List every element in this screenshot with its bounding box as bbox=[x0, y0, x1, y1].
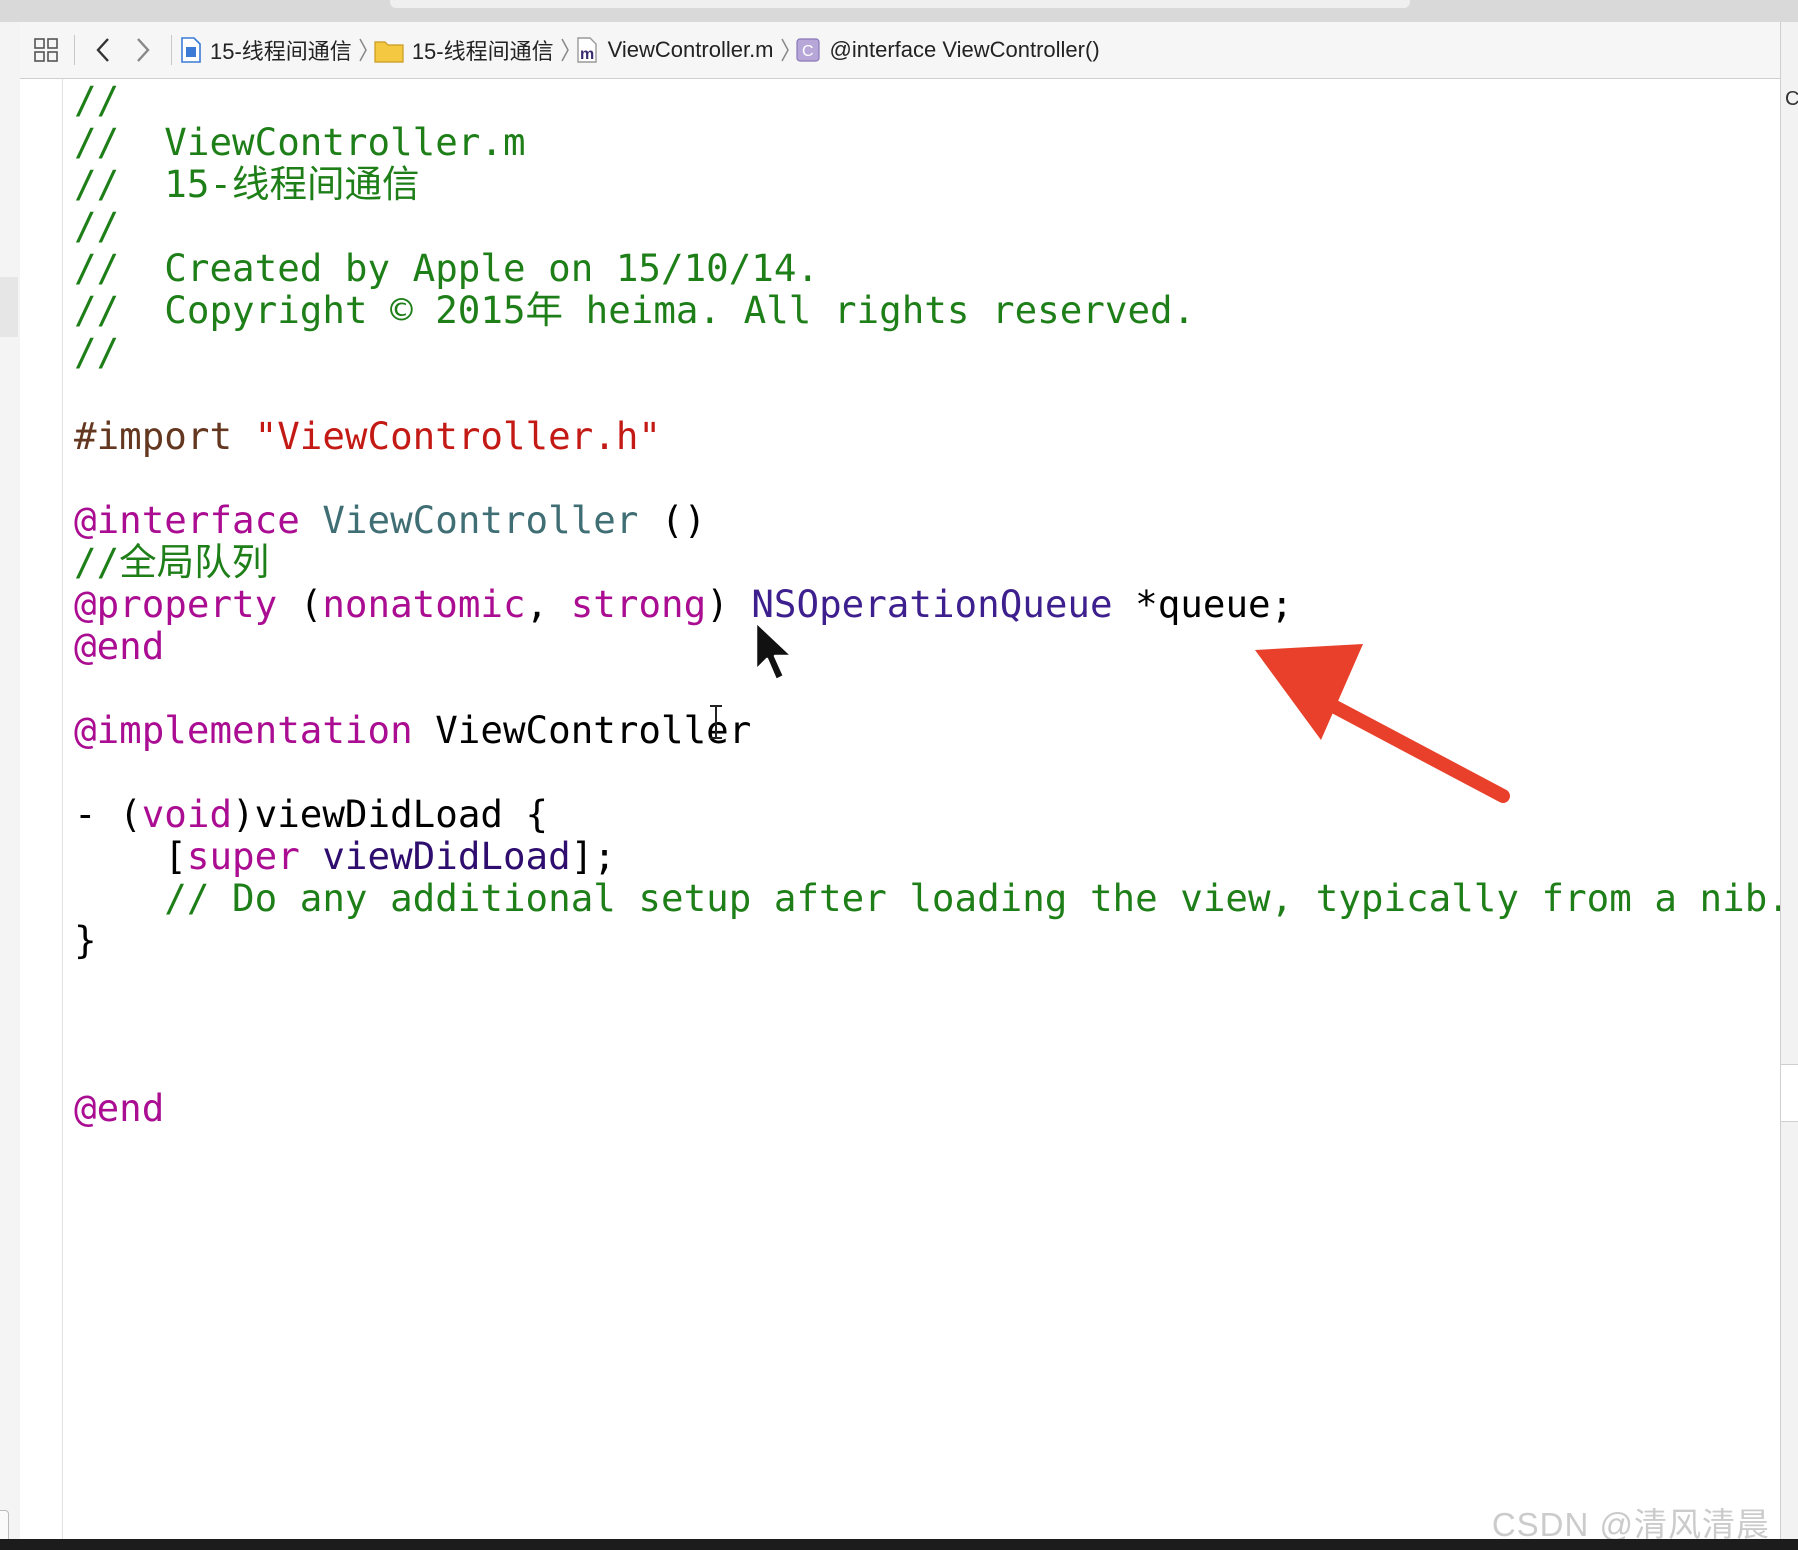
chevron-left-icon[interactable] bbox=[83, 22, 123, 78]
bottom-bar bbox=[0, 1539, 1798, 1550]
code-line: #import "ViewController.h" bbox=[74, 414, 662, 458]
code-line: // ViewController.m bbox=[74, 120, 526, 164]
code-line: @implementation ViewController bbox=[74, 708, 752, 752]
right-panel-handle[interactable] bbox=[1781, 1064, 1798, 1122]
svg-text:C: C bbox=[802, 43, 814, 60]
chevron-right-icon[interactable] bbox=[123, 22, 163, 78]
breadcrumb-label: 15-线程间通信 bbox=[210, 39, 352, 64]
project-file-icon bbox=[180, 36, 202, 64]
code-line: } bbox=[74, 918, 97, 962]
svg-text:m: m bbox=[580, 46, 594, 63]
line-number-gutter bbox=[20, 79, 63, 1539]
clipped-text-fragment: C bbox=[1785, 88, 1798, 110]
annotation-arrow-icon bbox=[1255, 644, 1510, 803]
code-line: @property (nonatomic, strong) NSOperatio… bbox=[74, 582, 1294, 626]
active-tab[interactable] bbox=[390, 0, 1410, 8]
code-line: //全局队列 bbox=[74, 540, 270, 584]
code-line: - (void)viewDidLoad { bbox=[74, 792, 549, 836]
jumpbar-separator bbox=[74, 35, 75, 65]
breadcrumb-folder[interactable]: 15-线程间通信 bbox=[374, 22, 554, 78]
tab-strip bbox=[0, 0, 1798, 23]
xcode-editor-window: 15-线程间通信 15-线程间通信 m ViewController.m C @… bbox=[0, 0, 1798, 1550]
grid-icon[interactable] bbox=[26, 22, 66, 78]
breadcrumb-label: @interface ViewController() bbox=[829, 37, 1100, 62]
code-line: // bbox=[74, 330, 120, 374]
code-line: // bbox=[74, 78, 120, 122]
mouse-pointer-icon bbox=[754, 620, 794, 682]
class-icon: C bbox=[795, 38, 820, 62]
jumpbar-separator bbox=[171, 35, 172, 65]
breadcrumb-symbol[interactable]: C @interface ViewController() bbox=[795, 22, 1100, 78]
code-line: @interface ViewController () bbox=[74, 498, 707, 542]
code-editor[interactable]: // // ViewController.m // 15-线程间通信 // //… bbox=[20, 78, 1790, 1539]
right-panel-edge: C bbox=[1780, 22, 1798, 1550]
text-cursor-icon bbox=[710, 705, 722, 739]
breadcrumb-project[interactable]: 15-线程间通信 bbox=[180, 22, 352, 78]
left-panel-edge bbox=[0, 22, 21, 1550]
folder-icon bbox=[374, 37, 404, 63]
jump-bar: 15-线程间通信 15-线程间通信 m ViewController.m C @… bbox=[20, 22, 1780, 79]
code-line: // Copyright © 2015年 heima. All rights r… bbox=[74, 288, 1196, 332]
code-line: // bbox=[74, 204, 120, 248]
breadcrumb-label: 15-线程间通信 bbox=[411, 39, 554, 64]
code-line: // 15-线程间通信 bbox=[74, 162, 420, 206]
chevron-right-icon bbox=[560, 36, 570, 64]
left-panel-highlight bbox=[0, 277, 18, 337]
source-code[interactable]: // // ViewController.m // 15-线程间通信 // //… bbox=[74, 78, 1790, 1130]
breadcrumb-label: ViewController.m bbox=[607, 37, 774, 62]
chevron-right-icon bbox=[780, 36, 790, 64]
chevron-right-icon bbox=[358, 36, 368, 64]
code-line: // Created by Apple on 15/10/14. bbox=[74, 246, 820, 290]
breadcrumb-file[interactable]: m ViewController.m bbox=[576, 22, 774, 78]
code-line: // Do any additional setup after loading… bbox=[74, 876, 1790, 920]
m-file-icon: m bbox=[576, 36, 598, 64]
code-line: @end bbox=[74, 1086, 165, 1130]
code-line: [super viewDidLoad]; bbox=[74, 834, 616, 878]
code-line: @end bbox=[74, 624, 165, 668]
